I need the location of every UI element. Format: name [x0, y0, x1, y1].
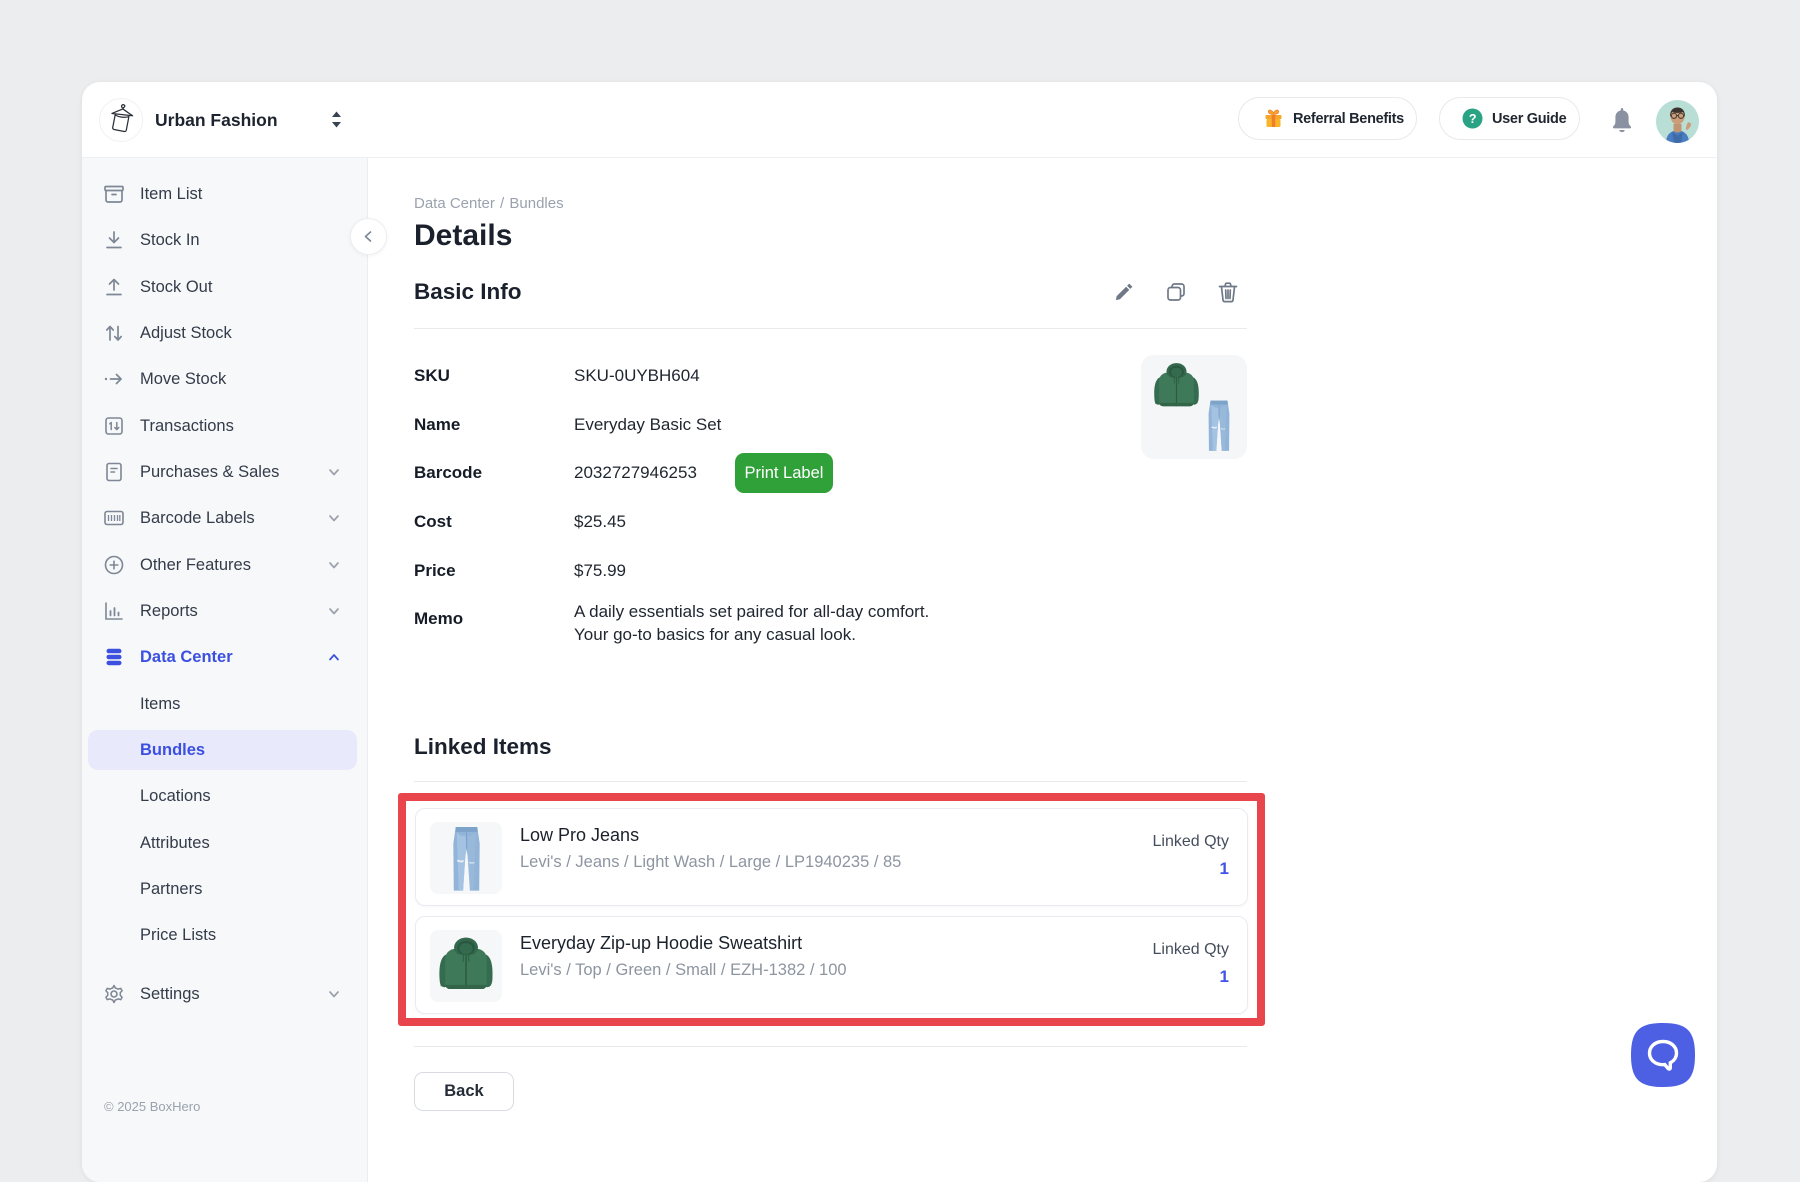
svg-text:?: ? — [1469, 112, 1476, 126]
